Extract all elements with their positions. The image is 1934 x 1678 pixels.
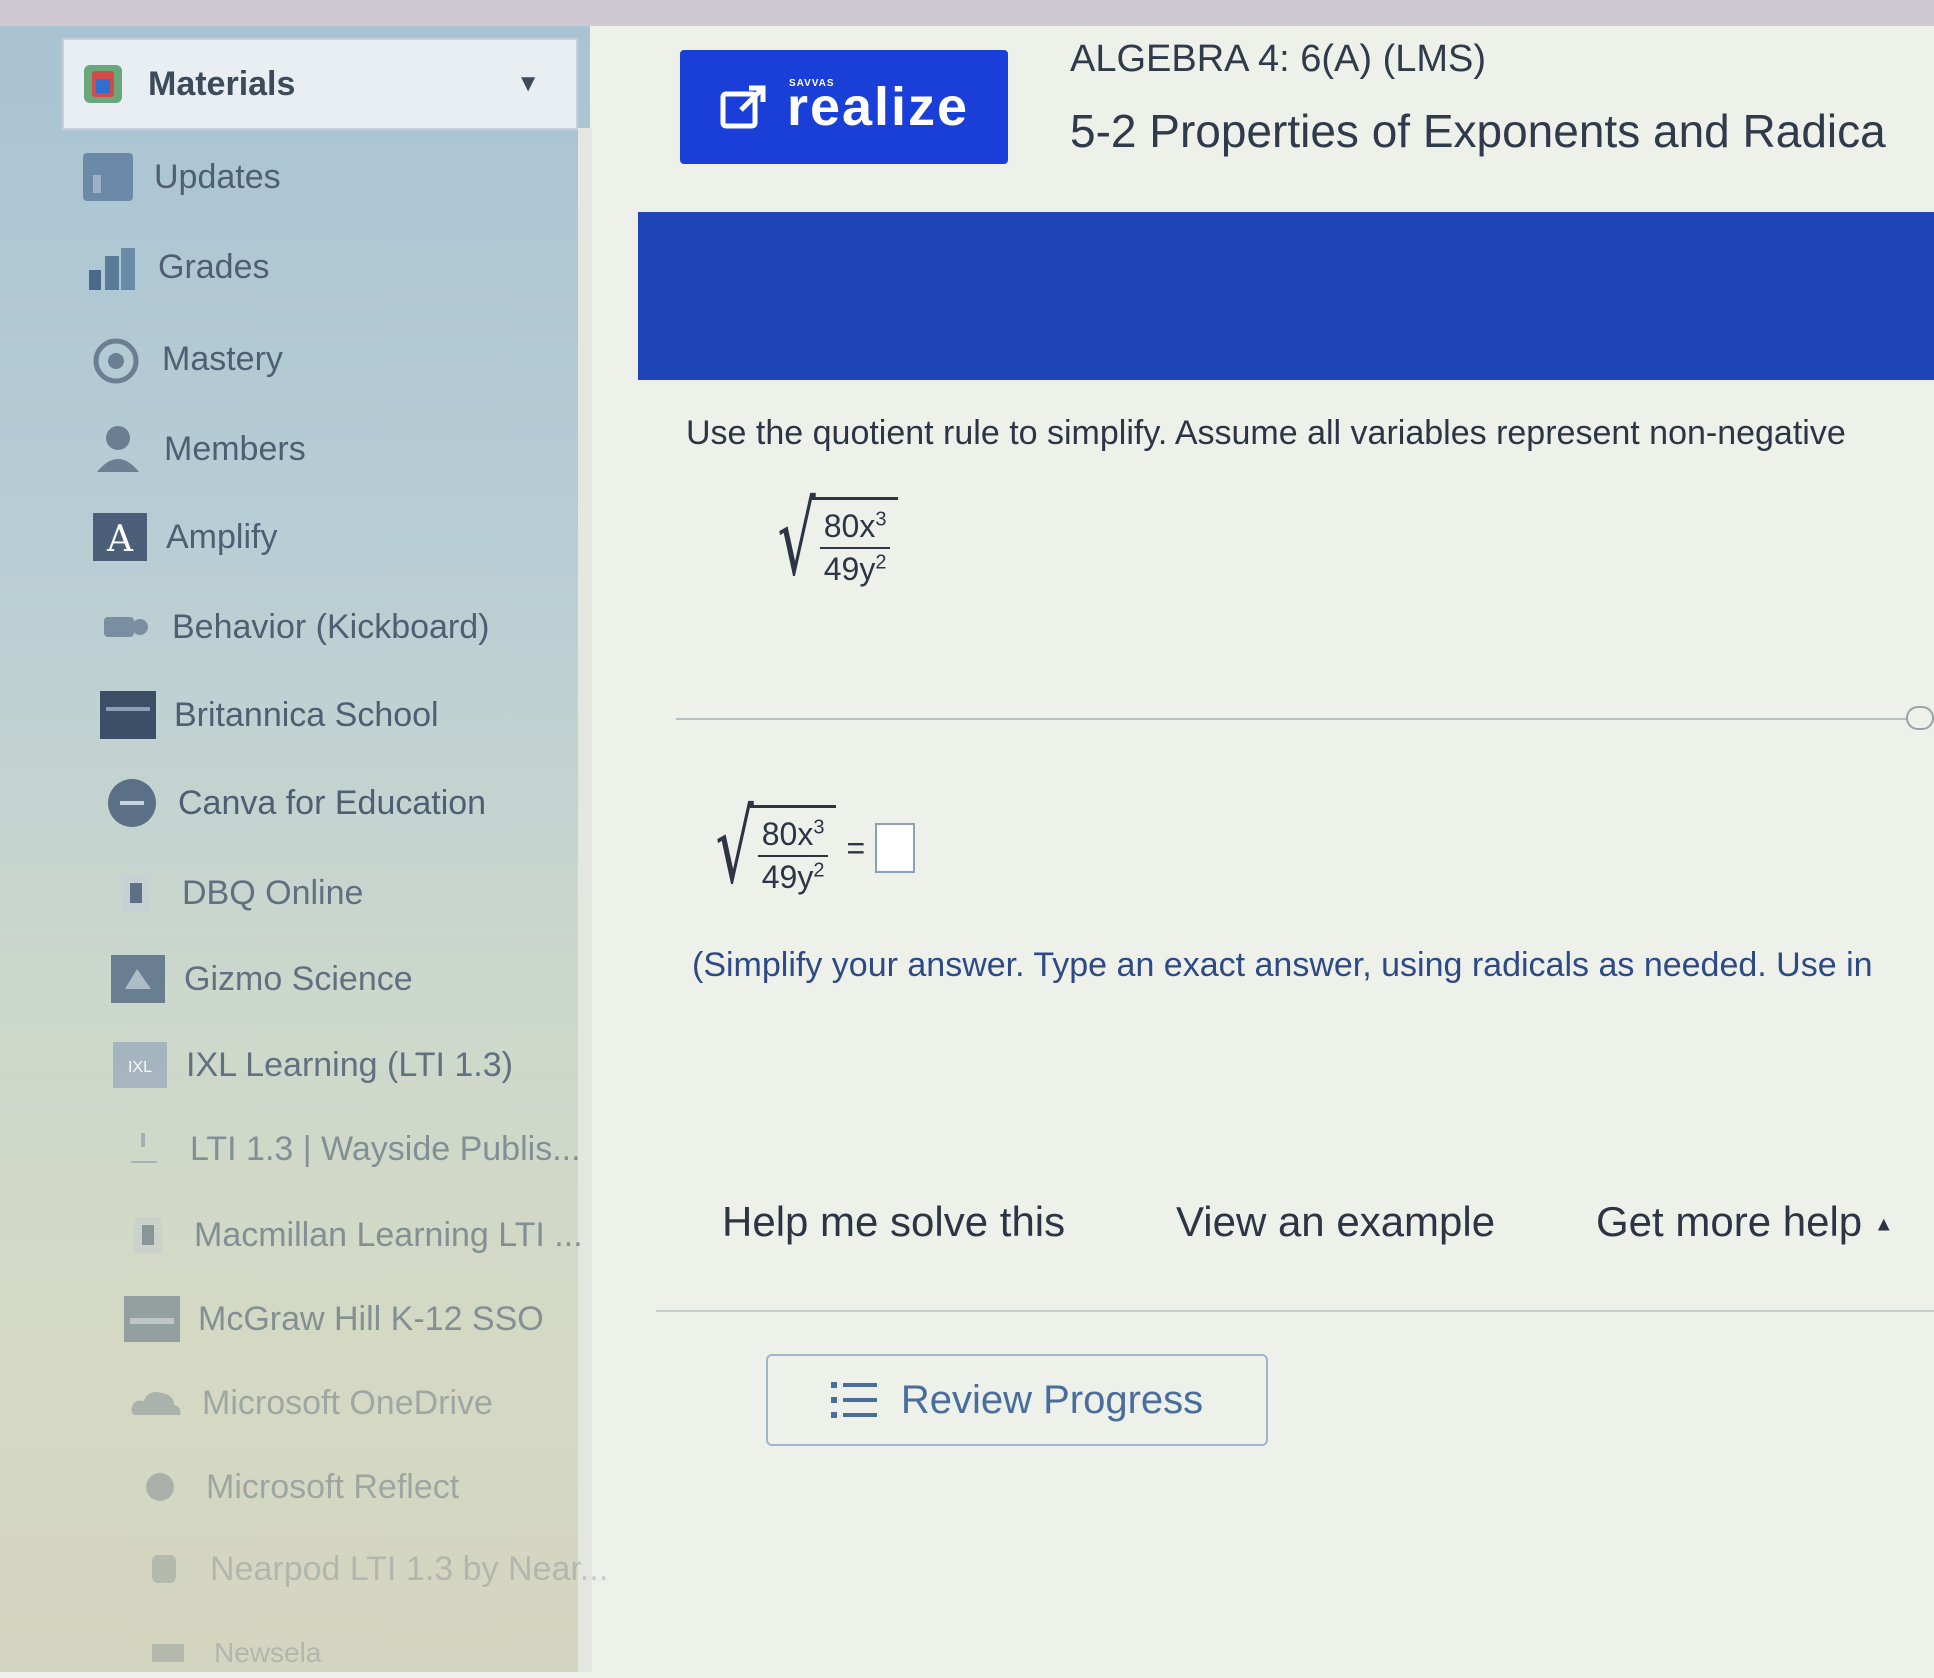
mcgraw-icon (124, 1294, 180, 1344)
sidebar-item-label: Macmillan Learning LTI ... (194, 1215, 583, 1254)
sidebar-item-canva[interactable]: Canva for Education (104, 778, 486, 828)
sidebar-item-gizmo[interactable]: Gizmo Science (110, 954, 413, 1004)
nearpod-icon (136, 1544, 192, 1594)
sidebar-item-label: McGraw Hill K-12 SSO (198, 1299, 544, 1338)
equals-sign: = (846, 829, 866, 866)
help-me-solve-link[interactable]: Help me solve this (722, 1198, 1065, 1246)
materials-label: Materials (148, 64, 296, 103)
course-title: ALGEBRA 4: 6(A) (LMS) (1070, 38, 1487, 80)
get-more-help-label: Get more help (1596, 1198, 1863, 1245)
kickboard-icon (98, 602, 154, 652)
sidebar-divider (578, 128, 592, 1672)
sidebar-item-kickboard[interactable]: Behavior (Kickboard) (98, 602, 489, 652)
svg-text:IXL: IXL (128, 1059, 152, 1076)
answer-hint: (Simplify your answer. Type an exact ans… (692, 946, 1873, 984)
get-more-help-link[interactable]: Get more help ▲ (1596, 1198, 1894, 1246)
caret-up-icon: ▲ (1873, 1213, 1894, 1236)
list-icon (830, 1382, 877, 1418)
sidebar-item-newsela[interactable]: Newsela (140, 1628, 321, 1678)
sidebar-item-dbq[interactable]: DBQ Online (108, 868, 363, 918)
realize-button[interactable]: SAVVAS realize (680, 50, 1008, 164)
sidebar-item-macmillan[interactable]: Macmillan Learning LTI ... (120, 1210, 583, 1260)
external-link-icon (720, 85, 766, 129)
sidebar-item-mcgraw[interactable]: McGraw Hill K-12 SSO (124, 1294, 544, 1344)
answer-input[interactable] (875, 823, 916, 873)
sidebar-item-nearpod[interactable]: Nearpod LTI 1.3 by Near... (136, 1544, 608, 1594)
denominator: 49y2 (823, 551, 887, 587)
canva-icon (104, 778, 160, 828)
numerator: 80x3 (823, 508, 887, 544)
sidebar-item-label: Behavior (Kickboard) (172, 607, 490, 646)
sidebar-item-updates[interactable]: Updates (80, 152, 281, 202)
sidebar-item-mastery[interactable]: Mastery (88, 334, 283, 384)
materials-dropdown[interactable]: Materials ▼ (62, 38, 578, 130)
reflect-icon (132, 1462, 188, 1512)
browser-top-strip (0, 0, 1934, 26)
sidebar-item-label: Amplify (166, 517, 278, 556)
sidebar-item-label: IXL Learning (LTI 1.3) (186, 1045, 513, 1084)
problem-instruction: Use the quotient rule to simplify. Assum… (686, 414, 1846, 452)
sidebar-item-label: Mastery (162, 339, 283, 378)
lesson-title: 5-2 Properties of Exponents and Radica (1070, 105, 1886, 157)
members-icon (90, 424, 146, 474)
sidebar-item-members[interactable]: Members (90, 424, 306, 474)
divider-handle[interactable] (1906, 706, 1934, 730)
sidebar-item-label: DBQ Online (182, 873, 364, 912)
savvas-label: SAVVAS (788, 78, 835, 89)
radical-sign: √ (715, 789, 754, 906)
sidebar-item-amplify[interactable]: A Amplify (92, 512, 277, 562)
svg-text:A: A (106, 519, 134, 560)
radical-sign: √ (777, 481, 816, 598)
wayside-icon (116, 1124, 172, 1174)
updates-icon (80, 152, 136, 202)
newsela-icon (140, 1628, 196, 1678)
review-progress-label: Review Progress (900, 1377, 1204, 1422)
gizmo-icon (110, 954, 166, 1004)
sidebar-item-label: Microsoft Reflect (206, 1467, 460, 1506)
answer-expression: √ 80x3 49y2 = (690, 789, 916, 906)
sidebar-item-label: Updates (154, 157, 281, 196)
britannica-icon (100, 690, 156, 740)
sidebar-item-label: Gizmo Science (184, 959, 413, 998)
numerator: 80x3 (761, 816, 825, 852)
sidebar-item-label: Members (164, 429, 306, 468)
sidebar-item-label: Nearpod LTI 1.3 by Near... (210, 1549, 609, 1588)
ixl-icon: IXL (112, 1040, 168, 1090)
review-progress-button[interactable]: Review Progress (766, 1354, 1268, 1446)
amplify-icon: A (92, 512, 148, 562)
sidebar-item-britannica[interactable]: Britannica School (100, 690, 439, 740)
sidebar-item-label: Microsoft OneDrive (202, 1383, 493, 1422)
sidebar-item-label: Newsela (214, 1637, 322, 1668)
mastery-icon (88, 334, 144, 384)
cloud-icon (128, 1378, 184, 1428)
radical-expression: √ 80x3 49y2 (752, 481, 899, 598)
grades-icon (84, 242, 140, 292)
sidebar-item-label: Canva for Education (178, 783, 487, 822)
section-divider (676, 718, 1934, 720)
materials-icon (84, 65, 122, 103)
macmillan-icon (120, 1210, 176, 1260)
dbq-icon (108, 868, 164, 918)
chevron-down-icon: ▼ (516, 70, 540, 97)
sidebar-item-ixl[interactable]: IXL IXL Learning (LTI 1.3) (112, 1040, 513, 1090)
sidebar-item-wayside[interactable]: LTI 1.3 | Wayside Publis... (116, 1124, 581, 1174)
realize-label: SAVVAS realize (786, 77, 970, 137)
sidebar-item-label: Britannica School (174, 695, 439, 734)
help-divider (656, 1310, 1934, 1312)
view-example-link[interactable]: View an example (1176, 1198, 1495, 1246)
sidebar-item-onedrive[interactable]: Microsoft OneDrive (128, 1378, 493, 1428)
sidebar-item-grades[interactable]: Grades (84, 242, 270, 292)
denominator: 49y2 (761, 859, 825, 895)
sidebar-item-label: Grades (158, 247, 270, 286)
sidebar-item-reflect[interactable]: Microsoft Reflect (132, 1462, 459, 1512)
problem-banner (638, 212, 1934, 380)
sidebar-item-label: LTI 1.3 | Wayside Publis... (190, 1129, 581, 1168)
